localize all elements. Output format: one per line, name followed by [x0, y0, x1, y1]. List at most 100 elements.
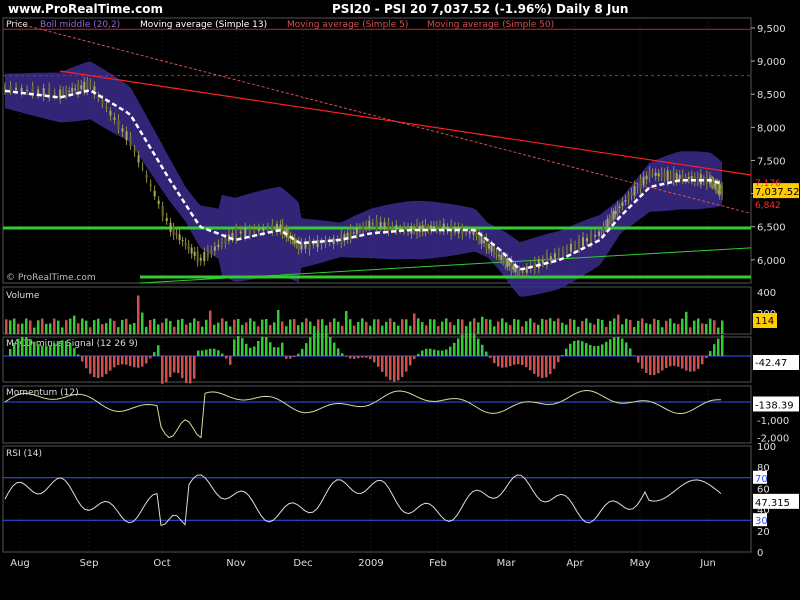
volume-bar	[525, 321, 528, 334]
volume-bar	[689, 327, 692, 334]
macd-bar	[237, 336, 240, 356]
volume-bar	[157, 324, 160, 334]
candle-body	[239, 231, 242, 234]
candle-body	[178, 234, 181, 241]
macd-bar	[429, 348, 432, 356]
volume-bar	[589, 322, 592, 334]
candle-body	[190, 247, 193, 254]
macd-bar	[189, 356, 192, 384]
macd-bar	[381, 356, 384, 372]
volume-bar	[453, 325, 456, 334]
candle-body	[295, 242, 298, 244]
candle-body	[648, 170, 651, 178]
candle-body	[379, 221, 382, 229]
candle-body	[257, 228, 260, 232]
candle-body	[472, 231, 475, 235]
macd-bar	[353, 356, 356, 359]
volume-bar	[497, 321, 500, 334]
candle-body	[561, 250, 564, 254]
macd-bar	[245, 343, 248, 356]
volume-bar	[41, 318, 44, 334]
macd-bar	[153, 352, 156, 356]
candle-body	[203, 252, 206, 261]
volume-bar	[277, 309, 280, 334]
macd-bar	[85, 356, 88, 369]
volume-bar	[237, 318, 240, 334]
macd-bar	[685, 356, 688, 371]
volume-bar	[569, 318, 572, 334]
volume-bar	[93, 320, 96, 334]
x-tick-label: Jun	[699, 558, 716, 569]
macd-bar	[597, 345, 600, 356]
volume-bar	[585, 318, 588, 334]
macd-bar	[521, 356, 524, 365]
volume-bar	[617, 314, 620, 334]
candle-body	[516, 269, 519, 273]
volume-bar	[669, 318, 672, 334]
candle-body	[83, 81, 86, 91]
candle-body	[666, 170, 669, 181]
macd-bar	[433, 349, 436, 356]
candle-body	[71, 88, 74, 93]
candle-body	[696, 176, 699, 182]
candle-body	[217, 244, 220, 248]
macd-bar	[545, 356, 548, 378]
macd-bar	[197, 350, 200, 356]
candle-body	[621, 202, 624, 207]
candle-body	[624, 200, 627, 202]
candle-body	[62, 91, 65, 95]
volume-bar	[677, 324, 680, 334]
volume-bar	[221, 318, 224, 334]
volume-bar	[645, 323, 648, 334]
volume-bar	[609, 320, 612, 334]
macd-bar	[301, 348, 304, 356]
volume-bar	[301, 322, 304, 334]
volume-bar	[593, 324, 596, 334]
candle-body	[573, 244, 576, 247]
watermark: © ProRealTime.com	[6, 273, 96, 283]
macd-bar	[441, 350, 444, 356]
macd-bar	[657, 356, 660, 374]
candle-body	[569, 243, 572, 252]
last-value-label: -138.39	[755, 400, 794, 411]
macd-bar	[465, 332, 468, 356]
macd-bar	[529, 356, 532, 371]
candle-body	[109, 110, 112, 116]
candle-body	[105, 106, 108, 108]
volume-bar	[393, 321, 396, 334]
macd-bar	[717, 338, 720, 356]
volume-bar	[517, 319, 520, 334]
volume-bar	[513, 318, 516, 334]
macd-bar	[417, 353, 420, 356]
macd-bar	[713, 344, 716, 356]
macd-bar	[329, 337, 332, 356]
x-tick-label: Aug	[10, 558, 30, 569]
volume-bar	[501, 318, 504, 334]
macd-bar	[489, 356, 492, 359]
candle-body	[508, 262, 511, 266]
y-tick-label: 8,500	[757, 90, 786, 101]
macd-bar	[485, 351, 488, 356]
candle-body	[287, 233, 290, 238]
x-tick-label: 2009	[358, 558, 383, 569]
macd-bar	[553, 356, 556, 369]
right-label: 6,842	[755, 201, 781, 211]
macd-bar	[653, 356, 656, 375]
candle-body	[77, 83, 80, 93]
macd-bar	[169, 356, 172, 378]
macd-bar	[209, 348, 212, 356]
macd-bar	[133, 356, 136, 368]
candle-body	[355, 227, 358, 235]
volume-bar	[121, 319, 124, 334]
candle-body	[432, 226, 435, 229]
macd-bar	[137, 356, 140, 368]
macd-bar	[213, 348, 216, 356]
volume-bar	[109, 318, 112, 334]
macd-bar	[37, 344, 40, 356]
macd-bar	[661, 356, 664, 371]
volume-bar	[641, 318, 644, 334]
volume-bar	[637, 320, 640, 334]
chart-canvas: Aug Sep Oct Nov Dec 2009 Feb Mar Apr May Jun Price B…	[2, 17, 800, 569]
macd-bar	[77, 354, 80, 356]
volume-bar	[101, 324, 104, 334]
